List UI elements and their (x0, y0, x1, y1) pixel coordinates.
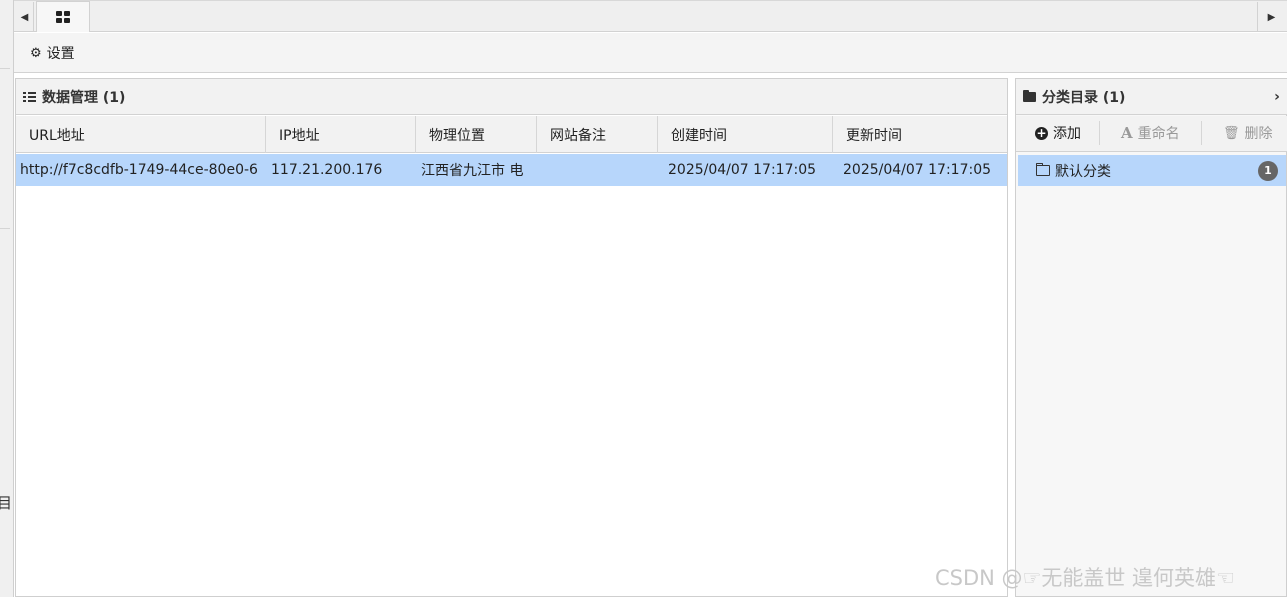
chevron-right-icon[interactable]: › (1268, 86, 1286, 108)
trash-icon: 🗑 (1223, 125, 1240, 141)
cell-created: 2025/04/07 17:17:05 (668, 162, 817, 178)
data-panel-title: 数据管理 (1) (42, 89, 126, 106)
table-row[interactable]: http://f7c8cdfb-1749-44ce-80e0-6 117.21.… (16, 154, 1007, 186)
th-large-icon (56, 11, 70, 23)
list-icon (23, 91, 36, 102)
settings-label: 设置 (46, 46, 75, 62)
column-header-ip[interactable]: IP地址 (266, 116, 416, 153)
folder-icon (1023, 89, 1036, 102)
count-badge: 1 (1258, 160, 1278, 181)
rename-label: 重命名 (1137, 126, 1180, 142)
column-header-url[interactable]: URL地址 (16, 116, 266, 153)
column-header-row: URL地址 IP地址 物理位置 网站备注 创建时间 更新时间 (16, 116, 1007, 153)
main-toolbar (14, 33, 1287, 73)
category-item-label: 默认分类 (1055, 163, 1111, 180)
font-icon: A (1121, 124, 1133, 142)
category-panel-title: 分类目录 (1) (1042, 89, 1126, 106)
cell-updated: 2025/04/07 17:17:05 (843, 162, 992, 178)
column-header-location[interactable]: 物理位置 (416, 116, 537, 153)
folder-open-icon (1036, 163, 1050, 176)
cell-location: 江西省九江市 电 (421, 163, 524, 179)
delete-label: 删除 (1244, 126, 1273, 142)
data-panel-header: 数据管理 (1) (16, 79, 1007, 115)
plus-circle-icon: + (1035, 125, 1048, 140)
tab-home[interactable] (36, 1, 90, 32)
rename-category-button[interactable]: A 重命名 (1121, 122, 1180, 144)
left-side-strip: 目 (0, 0, 14, 597)
category-item[interactable]: 默认分类 1 (1018, 155, 1286, 186)
left-strip-char: 目 (0, 494, 13, 512)
cell-note (537, 154, 658, 186)
column-header-note[interactable]: 网站备注 (537, 116, 658, 153)
watermark-text: CSDN @☞无能盖世 遑何英雄☜ (935, 566, 1235, 590)
add-category-button[interactable]: + 添加 (1035, 122, 1081, 144)
column-header-updated[interactable]: 更新时间 (833, 116, 1007, 153)
cell-ip: 117.21.200.176 (271, 162, 383, 178)
delete-category-button[interactable]: 🗑 删除 (1223, 122, 1273, 144)
add-label: 添加 (1053, 126, 1081, 142)
column-header-created[interactable]: 创建时间 (658, 116, 833, 153)
tab-bar (14, 0, 1287, 32)
cell-url: http://f7c8cdfb-1749-44ce-80e0-6 (20, 162, 258, 178)
caret-left-icon[interactable]: ◀ (16, 2, 34, 32)
caret-right-icon[interactable]: ▶ (1257, 2, 1285, 32)
gear-icon: ⚙ (30, 45, 42, 61)
settings-button[interactable]: ⚙ 设置 (30, 43, 75, 63)
category-panel-header: 分类目录 (1) (1016, 79, 1287, 115)
